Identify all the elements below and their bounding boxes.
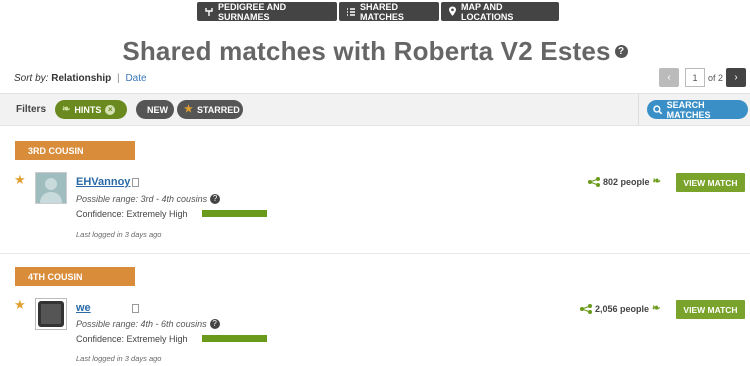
tab-map-and-locations[interactable]: MAP AND LOCATIONS	[441, 1, 559, 22]
possible-range: Possible range: 3rd - 4th cousins ?	[76, 194, 221, 204]
view-match-button[interactable]: VIEW MATCH	[676, 173, 745, 192]
filters-bar: Filters ❧ HINTS × NEW ★ STARRED SEARCH M…	[0, 93, 750, 126]
relationship-badge: 4TH COUSIN	[15, 267, 135, 286]
sort-separator: |	[117, 73, 120, 84]
top-tabs: PEDIGREE AND SURNAMES SHARED MATCHES MAP…	[197, 1, 559, 22]
star-icon[interactable]: ★	[14, 297, 26, 313]
tab-label: SHARED MATCHES	[360, 1, 404, 22]
shared-people[interactable]: 2,056 people ❧	[580, 303, 660, 314]
tab-label: PEDIGREE AND SURNAMES	[218, 1, 287, 22]
star-icon[interactable]: ★	[14, 172, 26, 188]
relationship-badge: 3RD COUSIN	[15, 141, 135, 160]
sort-relationship[interactable]: Relationship	[51, 73, 111, 84]
new-label: NEW	[147, 104, 168, 115]
search-matches-label: SEARCH MATCHES	[666, 99, 711, 120]
tree-share-icon	[580, 303, 592, 314]
page-title-text: Shared matches with Roberta V2 Estes	[122, 36, 611, 66]
list-icon	[347, 7, 355, 16]
person-silhouette-icon	[40, 178, 62, 203]
page-input[interactable]: 1	[685, 68, 705, 87]
help-icon[interactable]: ?	[210, 194, 221, 204]
new-filter[interactable]: NEW	[136, 100, 174, 119]
confidence-bar	[202, 335, 267, 342]
possible-range: Possible range: 4th - 6th cousins ?	[76, 319, 220, 329]
avatar-image-center	[41, 304, 61, 324]
page-title: Shared matches with Roberta V2 Estes?	[0, 36, 750, 67]
star-icon: ★	[184, 104, 193, 115]
confidence-label: Confidence: Extremely High	[76, 334, 188, 344]
leaf-icon: ❧	[652, 176, 661, 187]
leaf-icon: ❧	[652, 303, 661, 314]
avatar[interactable]	[35, 172, 67, 204]
divider	[638, 94, 639, 125]
note-icon[interactable]	[132, 178, 139, 187]
help-icon[interactable]: ?	[209, 319, 220, 329]
last-logged: Last logged in 3 days ago	[76, 354, 162, 363]
last-logged: Last logged in 3 days ago	[76, 230, 162, 239]
confidence-bar	[202, 210, 267, 217]
hints-label: HINTS	[74, 104, 102, 115]
confidence-label: Confidence: Extremely High	[76, 209, 188, 219]
pedigree-icon	[205, 7, 213, 16]
note-icon[interactable]	[132, 304, 139, 313]
match-name[interactable]: EHVannoy	[76, 176, 130, 188]
leaf-icon: ❧	[62, 104, 71, 115]
tab-label: MAP AND LOCATIONS	[461, 1, 514, 22]
tab-pedigree-and-surnames[interactable]: PEDIGREE AND SURNAMES	[197, 1, 337, 22]
prev-page-button[interactable]: ‹	[659, 68, 679, 87]
clear-filter-icon[interactable]: ×	[105, 104, 116, 115]
sort-date[interactable]: Date	[125, 73, 146, 84]
sort-by: Sort by: Relationship | Date	[14, 73, 147, 84]
starred-filter[interactable]: ★ STARRED	[177, 100, 243, 119]
range-text: Possible range: 4th - 6th cousins	[76, 319, 207, 329]
confidence-fill	[202, 210, 267, 217]
people-count: 2,056 people	[595, 303, 650, 314]
map-pin-icon	[449, 6, 456, 16]
view-match-button[interactable]: VIEW MATCH	[676, 300, 745, 319]
starred-label: STARRED	[196, 104, 240, 115]
match-card: 3RD COUSIN ★ EHVannoy Possible range: 3r…	[0, 128, 750, 252]
match-name[interactable]: we	[76, 302, 91, 314]
match-card: 4TH COUSIN ★ we Possible range: 4th - 6t…	[0, 253, 750, 366]
tab-shared-matches[interactable]: SHARED MATCHES	[339, 1, 439, 22]
search-matches-button[interactable]: SEARCH MATCHES	[647, 99, 748, 120]
avatar[interactable]	[35, 298, 67, 330]
confidence-fill	[202, 335, 267, 342]
shared-people[interactable]: 802 people ❧	[588, 176, 661, 187]
page-of-label: of 2	[708, 72, 724, 83]
pager: ‹ 1 of 2 ›	[659, 68, 747, 87]
hints-filter[interactable]: ❧ HINTS ×	[55, 100, 127, 119]
range-text: Possible range: 3rd - 4th cousins	[76, 194, 208, 204]
tree-share-icon	[588, 176, 600, 187]
next-page-button[interactable]: ›	[726, 68, 747, 87]
help-icon[interactable]: ?	[614, 44, 628, 58]
sort-label: Sort by:	[14, 73, 49, 84]
people-count: 802 people	[603, 176, 650, 187]
search-icon	[653, 104, 663, 114]
filters-label: Filters	[16, 104, 47, 115]
